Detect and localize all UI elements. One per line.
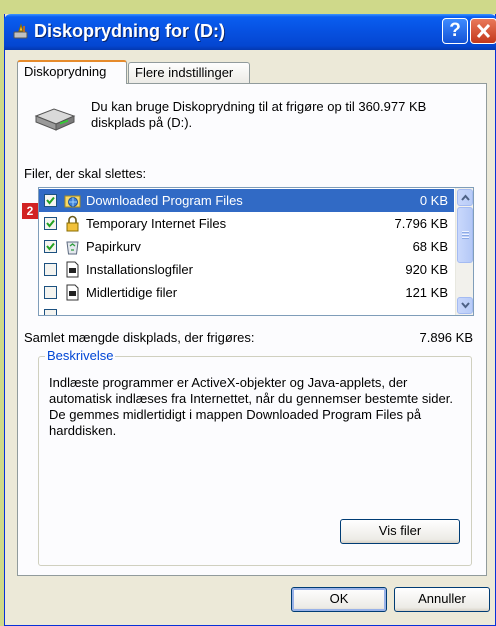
description-text: Indlæste programmer er ActiveX-objekter … xyxy=(49,375,453,438)
list-item[interactable]: Installationslogfiler 920 KB xyxy=(39,258,454,281)
grip-line xyxy=(462,234,469,236)
files-listbox[interactable]: Downloaded Program Files 0 KB Temporary … xyxy=(38,187,474,316)
list-item[interactable]: Papirkurv 68 KB xyxy=(39,235,454,258)
view-files-button[interactable]: Vis filer xyxy=(340,519,460,544)
temp-file-icon xyxy=(66,284,79,301)
file-size: 68 KB xyxy=(412,239,448,254)
scroll-thumb[interactable] xyxy=(457,207,473,263)
tab-disk-cleanup[interactable]: Diskoprydning xyxy=(17,60,127,84)
folder-globe-icon xyxy=(64,195,81,208)
checkmark-icon xyxy=(46,219,55,228)
cancel-button[interactable]: Annuller xyxy=(394,587,490,612)
checkbox[interactable] xyxy=(44,309,57,315)
tab-panel: Du kan bruge Diskoprydning til at frigør… xyxy=(17,83,487,576)
file-size: 0 KB xyxy=(419,193,448,208)
file-name: Installationslogfiler xyxy=(86,262,193,277)
grip-line xyxy=(462,237,469,239)
scroll-up-button[interactable] xyxy=(457,189,473,206)
checkbox[interactable] xyxy=(44,286,57,299)
chevron-down-icon xyxy=(461,302,470,309)
list-scrollbar[interactable] xyxy=(455,188,473,315)
checkmark-icon xyxy=(46,196,55,205)
hard-drive-icon xyxy=(34,108,76,131)
question-mark-icon: ? xyxy=(449,20,461,41)
recycle-bin-icon xyxy=(66,241,79,255)
total-space-value: 7.896 KB xyxy=(419,330,474,345)
file-size: 7.796 KB xyxy=(394,216,449,231)
description-title: Beskrivelse xyxy=(45,348,116,363)
list-item[interactable]: Midlertidige filer 121 KB xyxy=(39,281,454,304)
close-button[interactable] xyxy=(470,18,496,44)
list-item-partial[interactable] xyxy=(39,304,454,315)
lock-icon xyxy=(66,215,79,232)
files-to-delete-label: Filer, der skal slettes: xyxy=(24,166,147,181)
file-size: 920 KB xyxy=(405,262,448,277)
log-file-icon xyxy=(66,261,79,278)
help-button[interactable]: ? xyxy=(442,18,468,44)
file-size: 121 KB xyxy=(405,285,448,300)
window-title: Diskoprydning for (D:) xyxy=(34,21,225,41)
total-space-label: Samlet mængde diskplads, der frigøres: xyxy=(24,330,255,345)
checkbox[interactable] xyxy=(44,263,57,276)
ok-button[interactable]: OK xyxy=(291,587,387,612)
intro-text: Du kan bruge Diskoprydning til at frigør… xyxy=(91,99,427,130)
file-name: Papirkurv xyxy=(86,239,141,254)
file-name: Downloaded Program Files xyxy=(86,193,243,208)
title-bar[interactable]: Diskoprydning for (D:) ? xyxy=(4,14,496,50)
list-item[interactable]: Temporary Internet Files 7.796 KB xyxy=(39,212,454,235)
close-icon xyxy=(476,23,491,39)
scroll-down-button[interactable] xyxy=(457,297,473,314)
disk-cleanup-dialog: Diskoprydning for (D:) ? Diskoprydning F… xyxy=(4,14,496,626)
list-item[interactable]: Downloaded Program Files 0 KB xyxy=(39,189,454,212)
disk-cleanup-app-icon xyxy=(13,23,28,39)
file-name: Midlertidige filer xyxy=(86,285,178,300)
grip-line xyxy=(462,231,469,233)
checkbox[interactable] xyxy=(44,194,57,207)
checkbox[interactable] xyxy=(44,240,57,253)
chevron-up-icon xyxy=(461,194,470,201)
checkbox[interactable] xyxy=(44,217,57,230)
file-name: Temporary Internet Files xyxy=(86,216,227,231)
tab-more-options[interactable]: Flere indstillinger xyxy=(128,62,250,83)
step-badge-2: 2 xyxy=(22,203,38,219)
checkmark-icon xyxy=(46,242,55,251)
